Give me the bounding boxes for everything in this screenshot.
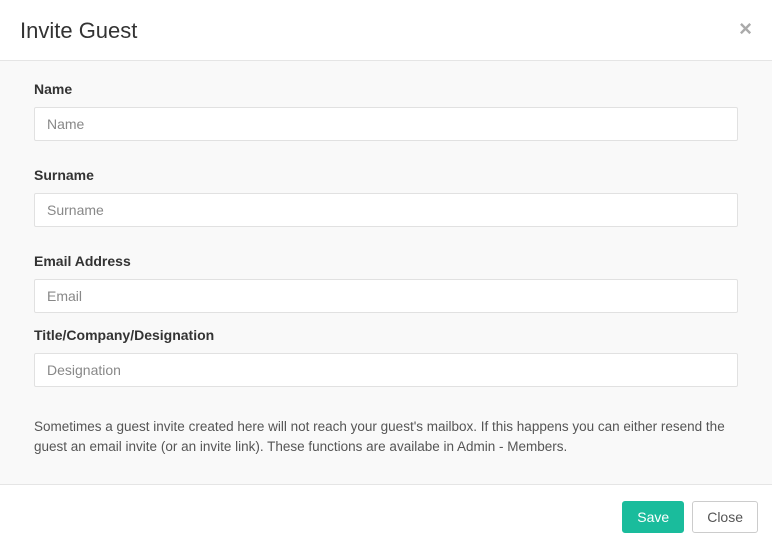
form-group-surname: Surname — [34, 167, 738, 227]
modal-header: Invite Guest × — [0, 0, 772, 61]
help-text: Sometimes a guest invite created here wi… — [34, 417, 738, 458]
designation-input[interactable] — [34, 353, 738, 387]
form-group-name: Name — [34, 81, 738, 141]
name-label: Name — [34, 81, 738, 97]
email-input[interactable] — [34, 279, 738, 313]
save-button[interactable]: Save — [622, 501, 684, 533]
name-input[interactable] — [34, 107, 738, 141]
designation-label: Title/Company/Designation — [34, 327, 738, 343]
close-button[interactable]: Close — [692, 501, 758, 533]
form-group-designation: Title/Company/Designation — [34, 327, 738, 387]
email-label: Email Address — [34, 253, 738, 269]
modal-body: Name Surname Email Address Title/Company… — [0, 61, 772, 485]
close-icon[interactable]: × — [739, 18, 752, 40]
surname-label: Surname — [34, 167, 738, 183]
modal-title: Invite Guest — [20, 18, 137, 44]
invite-guest-modal: Invite Guest × Name Surname Email Addres… — [0, 0, 772, 549]
form-group-email: Email Address — [34, 253, 738, 313]
modal-footer: Save Close — [0, 485, 772, 549]
surname-input[interactable] — [34, 193, 738, 227]
